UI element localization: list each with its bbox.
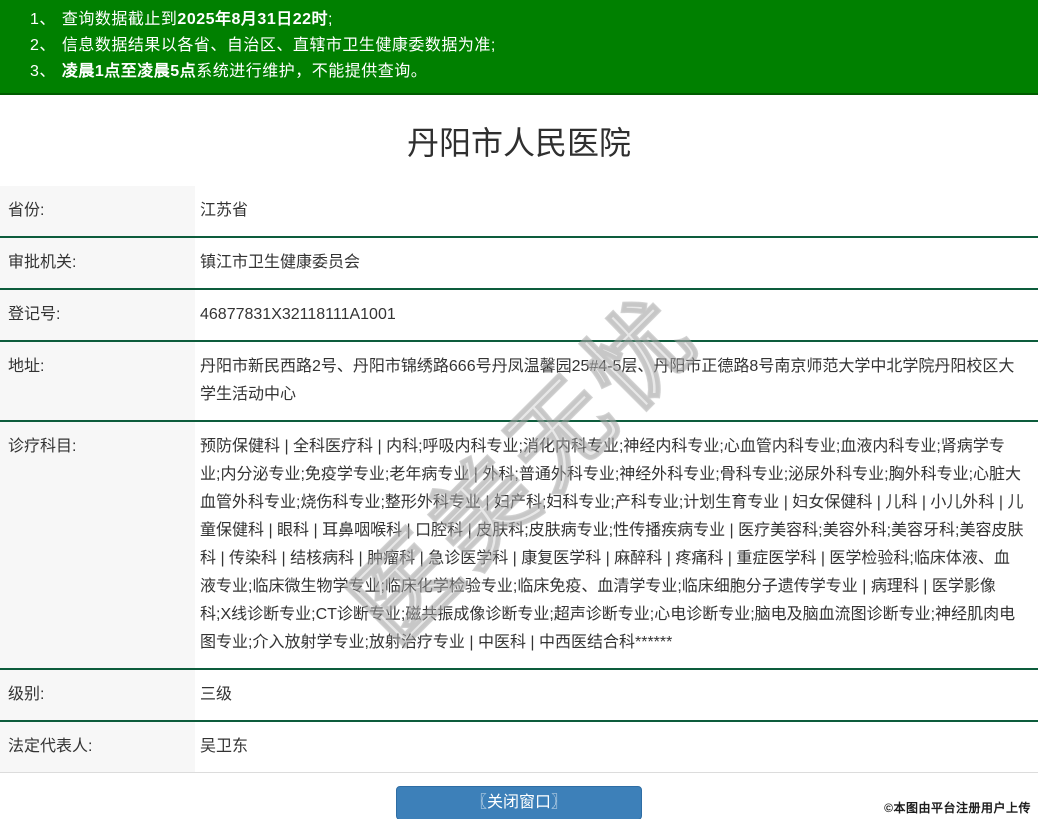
notice-line-3-tail: 系统进行维护，不能提供查询。 [196,63,428,80]
table-row-level: 级别: 三级 [0,670,1038,722]
upload-credit-text: ©本图由平台注册用户上传 [884,801,1031,815]
row-value: 丹阳市新民西路2号、丹阳市锦绣路666号丹凤温馨园25#4-5层、丹阳市正德路8… [195,342,1038,420]
row-value: 46877831X32118111A1001 [195,290,1038,340]
notice-line-1: 1、 查询数据截止到2025年8月31日22时; [30,7,1028,33]
row-value: 江苏省 [195,186,1038,236]
button-bar: 〖关闭窗口〗 [0,786,1038,819]
row-label: 法定代表人: [0,722,195,772]
table-row-approval-authority: 审批机关: 镇江市卫生健康委员会 [0,238,1038,290]
notice-banner: 1、 查询数据截止到2025年8月31日22时; 2、 信息数据结果以各省、自治区、… [0,0,1038,95]
notice-line-3-bold: 凌晨1点至凌晨5点 [61,63,197,80]
notice-line-1-number: 1、 [30,11,56,28]
row-label: 地址: [0,342,195,420]
table-row-province: 省份: 江苏省 [0,186,1038,238]
notice-line-1-tail: ; [328,11,333,28]
table-row-legal-representative: 法定代表人: 吴卫东 [0,722,1038,773]
table-row-address: 地址: 丹阳市新民西路2号、丹阳市锦绣路666号丹凤温馨园25#4-5层、丹阳市… [0,342,1038,422]
table-row-registration-number: 登记号: 46877831X32118111A1001 [0,290,1038,342]
row-value: 预防保健科 | 全科医疗科 | 内科;呼吸内科专业;消化内科专业;神经内科专业;… [195,422,1038,668]
row-label: 省份: [0,186,195,236]
close-window-button[interactable]: 〖关闭窗口〗 [396,786,642,819]
row-label: 登记号: [0,290,195,340]
row-value: 镇江市卫生健康委员会 [195,238,1038,288]
notice-line-2-text: 信息数据结果以各省、自治区、直辖市卫生健康委数据为准; [61,37,496,54]
notice-line-1-bold: 2025年8月31日22时 [177,11,329,28]
row-label: 诊疗科目: [0,422,195,668]
page-title: 丹阳市人民医院 [406,125,631,161]
notice-line-3: 3、 凌晨1点至凌晨5点系统进行维护，不能提供查询。 [30,59,1028,85]
notice-line-2-number: 2、 [30,37,56,54]
notice-line-2: 2、 信息数据结果以各省、自治区、直辖市卫生健康委数据为准; [30,33,1028,59]
table-row-clinical-departments: 诊疗科目: 预防保健科 | 全科医疗科 | 内科;呼吸内科专业;消化内科专业;神… [0,422,1038,670]
row-value: 吴卫东 [195,722,1038,772]
row-label: 审批机关: [0,238,195,288]
row-value: 三级 [195,670,1038,720]
notice-line-1-text: 查询数据截止到 [61,11,178,28]
hospital-info-table: 省份: 江苏省 审批机关: 镇江市卫生健康委员会 登记号: 46877831X3… [0,186,1038,773]
notice-line-3-number: 3、 [30,63,56,80]
row-label: 级别: [0,670,195,720]
